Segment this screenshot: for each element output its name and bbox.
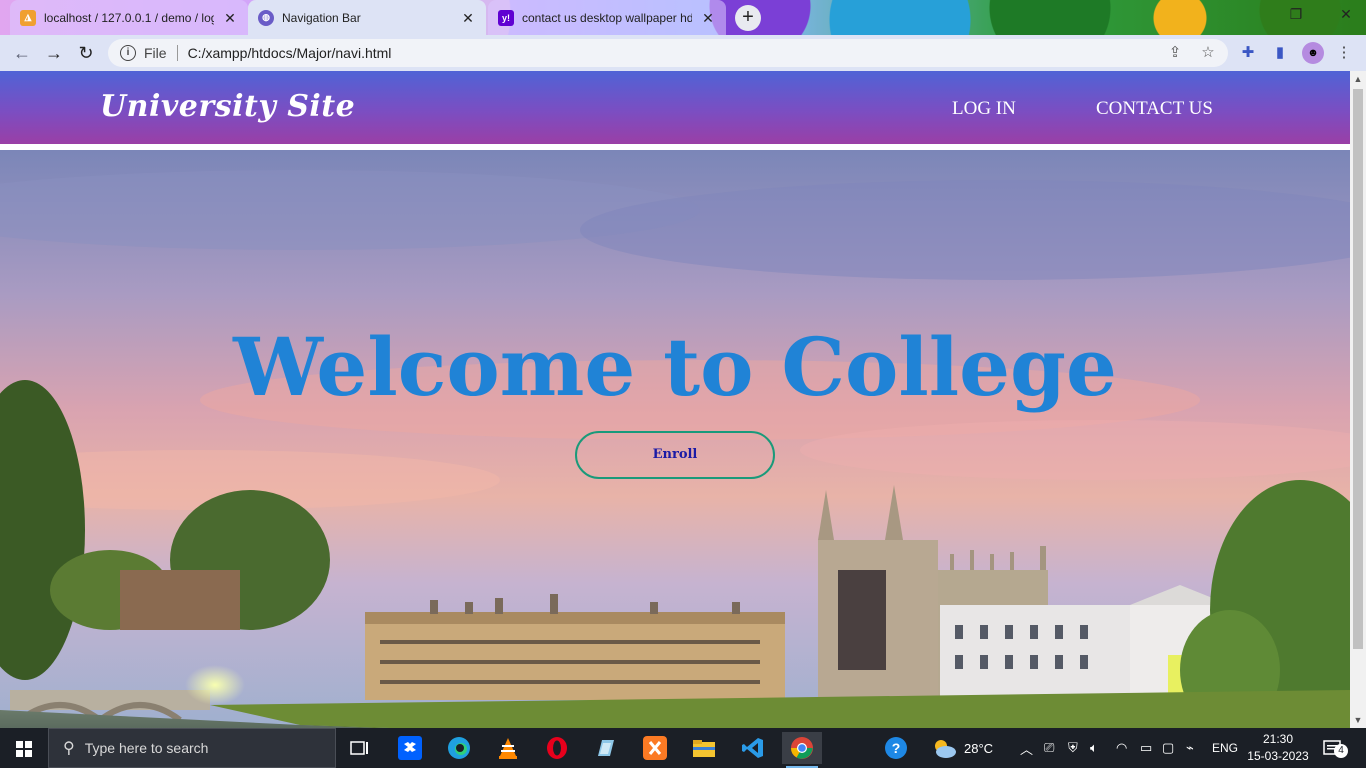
chrome-icon[interactable] (782, 732, 822, 768)
enroll-button[interactable]: Enroll (575, 431, 775, 479)
tab-contact-wallpaper[interactable]: y! contact us desktop wallpaper hd ✕ (488, 0, 726, 35)
windows-logo-icon (16, 741, 32, 757)
task-view-icon[interactable] (340, 732, 380, 764)
windows-taskbar: ⚲ Type here to search ? 28°C ︿ ⎚ ⛨ 🔈︎ ◠ … (0, 728, 1366, 768)
hero-section: Welcome to College Enroll (0, 150, 1350, 728)
forward-icon[interactable]: → (42, 41, 66, 65)
yahoo-icon: y! (498, 9, 514, 26)
volume-icon[interactable]: 🔈︎ (1090, 728, 1098, 768)
network-off-icon[interactable]: ⌁ (1186, 728, 1194, 768)
profile-avatar[interactable]: ☻ (1302, 42, 1324, 64)
close-icon[interactable]: ✕ (700, 10, 716, 26)
svg-text:?: ? (892, 740, 901, 756)
browser-toolbar: ← → ↻ i File C:/xampp/htdocs/Major/navi.… (0, 35, 1366, 71)
close-window-icon[interactable]: ✕ (1336, 6, 1356, 26)
tab-title: Navigation Bar (282, 10, 361, 25)
side-panel-icon[interactable]: ▮ (1270, 43, 1290, 63)
tab-navigation-bar[interactable]: ◍ Navigation Bar ✕ (248, 0, 486, 35)
clock-date: 15-03-2023 (1247, 749, 1309, 763)
browser-tab-strip: ◮ localhost / 127.0.0.1 / demo / log ✕ ◍… (0, 0, 1366, 35)
tab-title: contact us desktop wallpaper hd (522, 10, 692, 25)
xampp-icon[interactable] (635, 732, 675, 764)
start-button[interactable] (0, 728, 48, 768)
nav-contact-link[interactable]: CONTACT US (1096, 98, 1213, 120)
clock-time: 21:30 (1262, 732, 1294, 746)
weather-temperature: 28°C (964, 740, 994, 756)
scrollbar-thumb[interactable] (1353, 89, 1363, 649)
vscode-icon[interactable] (733, 732, 773, 764)
globe-icon: ◍ (258, 9, 274, 26)
search-placeholder: Type here to search (84, 740, 209, 756)
battery-icon[interactable]: ▭ (1140, 728, 1152, 768)
tab-phpmyadmin[interactable]: ◮ localhost / 127.0.0.1 / demo / log ✕ (10, 0, 248, 35)
page-scrollbar[interactable]: ▲ ▼ (1350, 71, 1366, 728)
partly-cloudy-icon (935, 740, 956, 758)
reload-icon[interactable]: ↻ (74, 41, 98, 65)
help-icon[interactable]: ? (884, 728, 908, 768)
phpmyadmin-icon: ◮ (20, 9, 36, 26)
divider (176, 45, 178, 61)
taskbar-search-box[interactable]: ⚲ Type here to search (48, 728, 336, 768)
extensions-icon[interactable]: ✚ (1238, 43, 1258, 63)
dropbox-icon[interactable] (390, 732, 430, 764)
file-explorer-icon[interactable] (684, 732, 724, 764)
search-icon: ⚲ (63, 740, 75, 757)
notifications-button[interactable]: 4 (1322, 728, 1348, 768)
wifi-icon[interactable]: ◠ (1116, 728, 1127, 768)
scroll-up-icon[interactable]: ▲ (1350, 71, 1366, 87)
address-bar[interactable]: i File C:/xampp/htdocs/Major/navi.html ⇪… (108, 39, 1228, 67)
menu-icon[interactable]: ⋮ (1334, 43, 1354, 63)
tab-title: localhost / 127.0.0.1 / demo / log (44, 10, 214, 25)
share-icon[interactable]: ⇪ (1165, 43, 1185, 63)
weather-widget[interactable]: 28°C (930, 728, 993, 768)
edge-icon[interactable] (439, 732, 479, 764)
site-navbar: University Site LOG IN CONTACT US (0, 71, 1350, 147)
scheme-label: File (144, 45, 167, 61)
vlc-icon[interactable] (488, 732, 528, 764)
nav-login-link[interactable]: LOG IN (952, 98, 1016, 120)
notification-count: 4 (1334, 744, 1348, 758)
new-tab-button[interactable]: + (735, 5, 761, 31)
show-hidden-icons[interactable]: ︿ (1020, 728, 1033, 768)
opera-icon[interactable] (537, 732, 577, 764)
security-icon[interactable]: ⛨ (1068, 728, 1078, 768)
bookmark-star-icon[interactable]: ☆ (1198, 43, 1218, 63)
page-viewport: University Site LOG IN CONTACT US Welcom… (0, 71, 1350, 728)
url-text[interactable]: C:/xampp/htdocs/Major/navi.html (188, 45, 392, 61)
system-clock[interactable]: 21:30 15-03-2023 (1243, 731, 1313, 765)
hero-title: Welcome to College (233, 320, 1117, 414)
info-icon[interactable]: i (120, 45, 136, 61)
restore-window-icon[interactable]: ❐ (1286, 6, 1306, 26)
meet-now-icon[interactable]: ⎚ (1044, 728, 1054, 768)
back-icon[interactable]: ← (10, 41, 34, 65)
close-icon[interactable]: ✕ (222, 10, 238, 26)
site-brand[interactable]: University Site (100, 89, 355, 124)
scroll-down-icon[interactable]: ▼ (1350, 712, 1366, 728)
close-icon[interactable]: ✕ (460, 10, 476, 26)
display-icon[interactable]: ▢ (1162, 728, 1174, 768)
language-indicator[interactable]: ENG (1212, 728, 1238, 768)
notes-icon[interactable] (586, 732, 626, 764)
